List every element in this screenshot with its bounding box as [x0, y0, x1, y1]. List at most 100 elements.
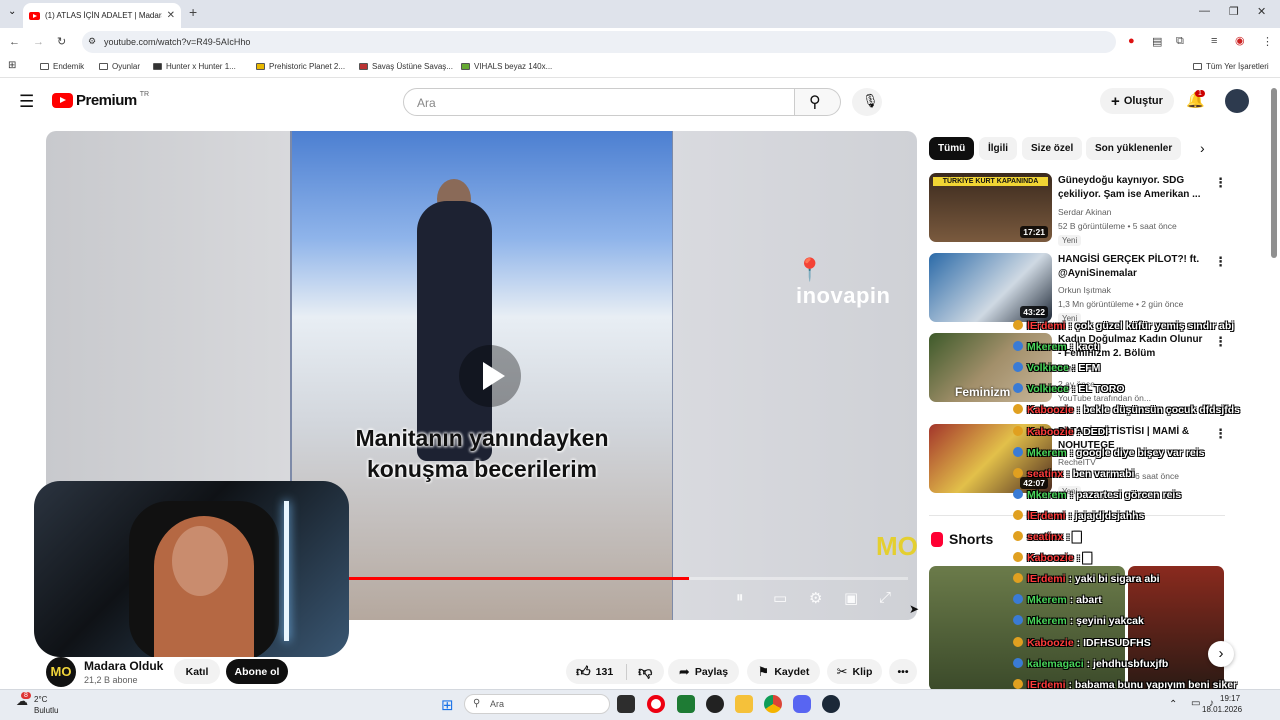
file-explorer-icon[interactable] [735, 695, 753, 713]
puzzle-icon[interactable]: ⧉ [1176, 35, 1184, 48]
chat-text: : ben varmabi [1066, 467, 1135, 480]
new-tab-icon[interactable]: + [189, 4, 197, 20]
video-thumbnail[interactable]: 43:22 [929, 253, 1052, 322]
address-bar[interactable]: ⚙ youtube.com/watch?v=R49-5AIcHho [82, 31, 1116, 53]
bookmark-link[interactable]: Hunter x Hunter 1... [153, 62, 236, 71]
opera-extension-icon[interactable]: ● [1128, 35, 1135, 47]
miniplayer-icon[interactable]: ▣ [844, 589, 858, 607]
video-options-icon[interactable]: ⋮ [1214, 334, 1227, 350]
discord-icon[interactable] [793, 695, 811, 713]
bookmark-label: Hunter x Hunter 1... [166, 62, 236, 71]
chip-recent[interactable]: Son yüklenenler [1086, 137, 1182, 160]
clip-button[interactable]: ✂ Klip [827, 659, 882, 684]
chip-all[interactable]: Tümü [929, 137, 975, 160]
chat-username: kalemagaci [1027, 657, 1084, 670]
voice-search-button[interactable]: 🎙 [852, 88, 882, 116]
bookmark-label: Prehistoric Planet 2... [269, 62, 346, 71]
all-bookmarks[interactable]: Tüm Yer İşaretleri [1193, 62, 1269, 71]
create-button[interactable]: + Oluştur [1100, 88, 1174, 114]
reload-icon[interactable]: ↻ [57, 35, 66, 48]
progress-bar[interactable] [346, 577, 908, 580]
location-pin-icon: 📍 [796, 257, 824, 282]
language-icon[interactable]: ⌃ [1169, 699, 1177, 710]
share-button[interactable]: ➦ Paylaş [668, 659, 739, 684]
chat-message: Mkerem: google diye bişey var reis [1013, 446, 1205, 459]
close-window-icon[interactable]: ✕ [1257, 5, 1266, 18]
video-title[interactable]: HANGİSİ GERÇEK PİLOT?! ft. @AyniSinemala… [1058, 253, 1206, 281]
clock-time[interactable]: 19:17 [1220, 694, 1240, 703]
bookmark-link[interactable]: Prehistoric Planet 2... [256, 62, 345, 71]
forward-icon[interactable]: → [33, 36, 44, 48]
video-thumbnail[interactable]: TÜRKİYE KURT KAPANINDA 17:21 [929, 173, 1052, 242]
settings-gear-icon[interactable]: ⚙ [809, 589, 822, 607]
chat-badge-icon [1013, 488, 1023, 499]
start-windows-icon[interactable]: ⊞ [441, 696, 454, 714]
opera-icon[interactable] [647, 695, 665, 713]
page-scrollbar[interactable] [1271, 88, 1277, 258]
video-options-icon[interactable]: ⋮ [1214, 254, 1227, 270]
video-options-icon[interactable]: ⋮ [1214, 175, 1227, 191]
browser-tab[interactable]: (1) ATLAS İÇİN ADALET | Madara ✕ [23, 3, 181, 28]
shorts-next-button[interactable]: › [1208, 641, 1234, 667]
autoplay-toggle-icon[interactable]: ⏸ [736, 589, 744, 606]
site-info-icon[interactable]: ⚙ [88, 36, 96, 47]
chat-message: Kaboozie: DEDİ [1013, 425, 1108, 438]
chrome-icon[interactable] [764, 695, 782, 713]
search-button[interactable]: ⚲ [795, 88, 841, 116]
chevron-right-icon[interactable]: › [1200, 140, 1205, 156]
task-view-icon[interactable] [617, 695, 635, 713]
apps-icon[interactable]: ⊞ [8, 60, 16, 71]
fullscreen-icon[interactable]: ⤢ [879, 589, 891, 606]
chip-related[interactable]: İlgili [979, 137, 1017, 160]
app-icon[interactable] [706, 695, 724, 713]
video-channel[interactable]: Orkun Işıtmak [1058, 285, 1111, 295]
bookmark-folder[interactable]: Endemik [40, 62, 84, 71]
bookmark-link[interactable]: Savaş Üstüne Savaş... [359, 62, 453, 71]
youtube-logo[interactable]: Premium TR [52, 91, 149, 109]
media-icon[interactable]: ≡ [1211, 35, 1217, 47]
channel-avatar[interactable]: MO [46, 657, 76, 687]
video-channel[interactable]: Serdar Akinan [1058, 207, 1111, 217]
menu-icon[interactable]: ⋮ [1262, 35, 1273, 48]
save-button[interactable]: ⚑ Kaydet [747, 659, 820, 684]
channel-name[interactable]: Madara Olduk [84, 659, 163, 673]
bookmark-link[interactable]: VIHALS beyaz 140x... [461, 62, 552, 71]
bookmark-icon: ⚑ [757, 663, 770, 679]
account-avatar[interactable] [1225, 89, 1249, 113]
join-button[interactable]: Katıl [174, 659, 220, 684]
subtitles-icon[interactable]: ▭ [773, 589, 787, 607]
taskbar: ☁ 8 2°C Bulutlu ⊞ ⌃ ▭ ♪ 19:17 18.01.2026 [0, 689, 1280, 720]
bookmarks-bar: ⊞ Endemik Oyunlar Hunter x Hunter 1... P… [0, 56, 1280, 78]
dislike-icon[interactable]: 👎︎ [638, 663, 652, 680]
like-icon[interactable]: 👍︎ [576, 663, 591, 680]
chat-username: Mkerem [1027, 615, 1067, 628]
subscriber-count: 21,2 B abone [84, 675, 138, 685]
chat-username: Mkerem [1027, 341, 1067, 354]
subscribe-button[interactable]: Abone ol [226, 659, 288, 684]
network-icon[interactable]: ▭ [1191, 698, 1200, 709]
minimize-icon[interactable]: — [1199, 5, 1210, 17]
extension-icon[interactable]: ▤ [1152, 35, 1162, 48]
chip-for-you[interactable]: Size özel [1022, 137, 1083, 160]
video-options-icon[interactable]: ⋮ [1214, 426, 1227, 442]
more-actions-button[interactable]: ••• [889, 659, 917, 684]
restore-icon[interactable]: ❐ [1229, 5, 1239, 18]
chat-badge-icon [1013, 678, 1023, 689]
bookmark-folder[interactable]: Oyunlar [99, 62, 140, 71]
back-icon[interactable]: ← [9, 36, 20, 48]
like-count[interactable]: 131 [596, 666, 614, 678]
steam-icon[interactable] [822, 695, 840, 713]
hamburger-menu-icon[interactable]: ☰ [19, 92, 34, 112]
search-input[interactable]: Ara [403, 88, 795, 116]
folder-icon [99, 63, 108, 70]
tab-close-icon[interactable]: ✕ [167, 10, 175, 21]
tab-search-icon[interactable]: ⌄ [8, 6, 16, 17]
xbox-icon[interactable] [677, 695, 695, 713]
plus-icon: + [1111, 92, 1120, 110]
profile-icon[interactable]: ◉ [1235, 34, 1245, 47]
play-button[interactable] [459, 345, 521, 407]
chat-text: : IDFHSUDFHS [1076, 636, 1151, 649]
video-title[interactable]: Güneydoğu kaynıyor. SDG çekiliyor. Şam i… [1058, 174, 1206, 202]
taskbar-search[interactable]: ⚲ Ara [464, 694, 610, 714]
clock-date[interactable]: 18.01.2026 [1202, 705, 1242, 714]
